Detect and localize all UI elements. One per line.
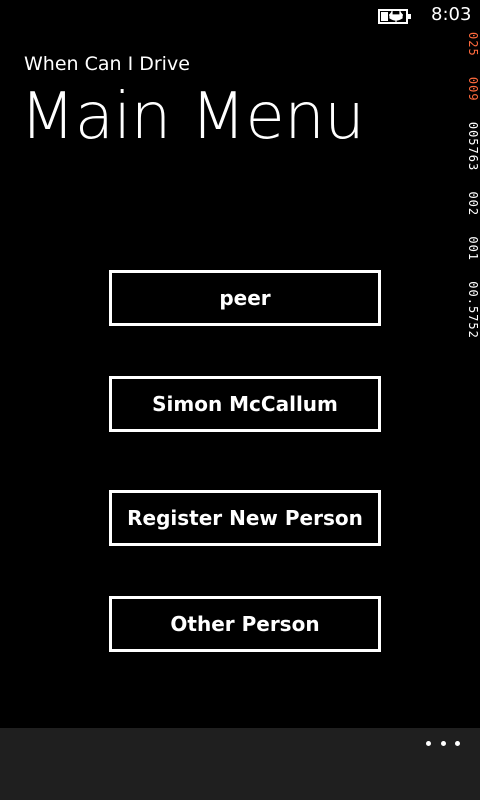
frame-rate-counter-text: 025 009 005763 002 001 00.5752	[466, 32, 480, 351]
counter-segment: 005763	[466, 121, 480, 172]
frame-rate-counters: 025 009 005763 002 001 00.5752	[466, 32, 480, 392]
app-bar	[0, 728, 480, 800]
counter-segment: 001	[466, 236, 480, 262]
counter-segment: 00.5752	[466, 281, 480, 339]
app-title: When Can I Drive	[24, 53, 190, 75]
status-bar: 8:03	[0, 0, 480, 32]
status-clock: 8:03	[431, 4, 472, 25]
battery-charging-icon	[378, 9, 411, 24]
peer-button[interactable]: peer	[109, 270, 381, 326]
page-title: Main Menu	[20, 80, 365, 154]
other-person-button[interactable]: Other Person	[109, 596, 381, 652]
counter-segment: 002	[466, 191, 480, 217]
counter-segment: 009	[466, 76, 480, 102]
register-new-person-button[interactable]: Register New Person	[109, 490, 381, 546]
simon-mccallum-button[interactable]: Simon McCallum	[109, 376, 381, 432]
phone-screen: 8:03 025 009 005763 002 001 00.5752 When…	[0, 0, 480, 800]
ellipsis-icon[interactable]	[426, 734, 460, 752]
dot	[455, 740, 460, 746]
dot	[426, 740, 431, 746]
counter-segment: 025	[466, 32, 480, 57]
dot	[440, 740, 446, 746]
